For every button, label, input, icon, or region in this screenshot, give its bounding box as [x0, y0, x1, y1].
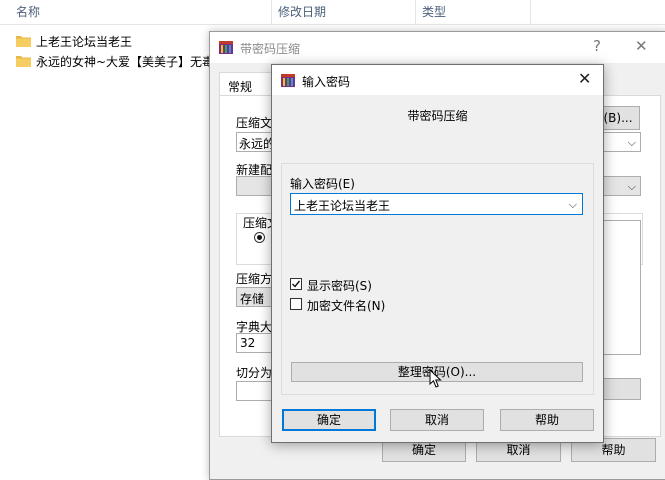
chevron-down-icon: ⌵	[627, 136, 636, 149]
dictionary-size-combo[interactable]: 32	[236, 333, 276, 353]
explorer-column-header	[0, 0, 665, 25]
file-row[interactable]: 上老王论坛当老王	[16, 31, 132, 51]
compression-method-combo[interactable]: 存储	[236, 287, 276, 307]
options-list[interactable]	[603, 220, 641, 355]
password-value: 上老王论坛当老王	[294, 199, 391, 213]
dialog-title: 带密码压缩	[240, 42, 301, 56]
checkbox-label: 加密文件名(N)	[307, 299, 386, 313]
chevron-down-icon: ⌵	[568, 198, 577, 211]
checkbox-checked[interactable]	[290, 278, 302, 290]
format-radio[interactable]	[254, 232, 265, 243]
ok-button[interactable]: 确定	[282, 409, 376, 431]
password-combo[interactable]: 上老王论坛当老王 ⌵	[290, 193, 583, 215]
checkbox-label: 显示密码(S)	[307, 279, 372, 293]
folder-icon	[16, 55, 31, 67]
password-label: 输入密码(E)	[290, 177, 355, 191]
split-volume-label: 切分为	[236, 366, 273, 380]
split-volume-combo[interactable]	[236, 381, 276, 401]
column-date-header[interactable]: 修改日期	[278, 3, 326, 20]
help-button[interactable]: 帮助	[500, 409, 594, 431]
winrar-icon	[280, 72, 296, 88]
dialog-title: 输入密码	[302, 75, 351, 89]
file-name: 上老王论坛当老王	[36, 34, 133, 49]
dialog-subtitle: 带密码压缩	[407, 109, 468, 123]
tab-label: 常规	[228, 80, 253, 94]
tab-general[interactable]: 常规	[219, 72, 274, 97]
options-area	[603, 187, 641, 207]
file-row[interactable]: 永远的女神~大爱【美美子】无毒	[16, 51, 214, 71]
column-separator[interactable]	[271, 0, 272, 24]
column-name-header[interactable]: 名称	[16, 3, 40, 20]
close-icon[interactable]: ✕	[635, 37, 648, 55]
options-button[interactable]	[603, 378, 641, 400]
column-separator[interactable]	[530, 0, 531, 24]
compression-method-label: 压缩方	[236, 272, 273, 286]
winrar-icon	[218, 39, 234, 55]
column-separator[interactable]	[415, 0, 416, 24]
enter-password-dialog: 输入密码 ✕ 带密码压缩 输入密码(E) 上老王论坛当老王 ⌵ 显示密码(S) …	[271, 64, 604, 443]
help-icon[interactable]: ?	[593, 37, 601, 55]
cancel-button[interactable]: 取消	[390, 409, 484, 431]
archive-name-label: 压缩文	[236, 116, 273, 130]
checkbox-unchecked[interactable]	[290, 298, 302, 310]
mouse-cursor-icon	[429, 368, 443, 392]
folder-icon	[16, 35, 31, 47]
column-type-header[interactable]: 类型	[422, 3, 446, 20]
close-icon[interactable]: ✕	[578, 69, 591, 88]
file-name: 永远的女神~大爱【美美子】无毒	[36, 54, 215, 69]
